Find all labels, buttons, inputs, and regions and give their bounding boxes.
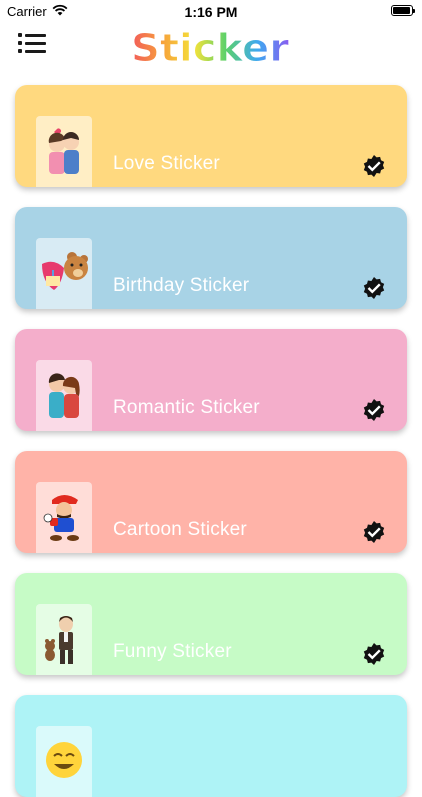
category-card-birthday[interactable]: Birthday Sticker <box>15 207 407 309</box>
emoji-icon <box>46 742 82 778</box>
verified-check-icon <box>363 521 385 543</box>
thumbnail <box>36 726 92 797</box>
thumbnail <box>36 238 92 309</box>
category-card-love[interactable]: Love Sticker <box>15 85 407 187</box>
category-card-emoji[interactable] <box>15 695 407 797</box>
category-card-romantic[interactable]: Romantic Sticker <box>15 329 407 431</box>
category-label: Cartoon Sticker <box>113 519 247 540</box>
thumbnail <box>36 482 92 553</box>
verified-check-icon <box>363 155 385 177</box>
thumbnail <box>36 116 92 187</box>
verified-check-icon <box>363 277 385 299</box>
thumbnail <box>36 604 92 675</box>
verified-check-icon <box>363 399 385 421</box>
category-label: Birthday Sticker <box>113 275 250 296</box>
sticker-category-list: Love Sticker Birthday Sticker Romantic S… <box>0 0 422 797</box>
teddy-bear-icon <box>42 252 88 290</box>
mr-bean-icon <box>45 616 73 664</box>
category-card-cartoon[interactable]: Cartoon Sticker <box>15 451 407 553</box>
category-label: Romantic Sticker <box>113 397 260 418</box>
mario-icon <box>43 495 79 541</box>
category-label: Funny Sticker <box>113 641 232 662</box>
category-card-funny[interactable]: Funny Sticker <box>15 573 407 675</box>
kissing-couple-icon <box>48 373 80 418</box>
category-label: Love Sticker <box>113 153 220 174</box>
couple-icon <box>48 128 79 174</box>
verified-check-icon <box>363 643 385 665</box>
thumbnail <box>36 360 92 431</box>
